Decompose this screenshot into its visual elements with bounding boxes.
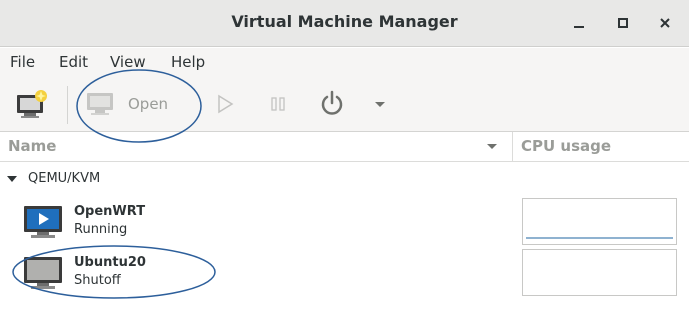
connection-group[interactable]: QEMU/KVM <box>0 168 512 190</box>
menu-help[interactable]: Help <box>171 53 205 71</box>
minimize-icon <box>574 26 584 28</box>
pause-icon <box>271 97 285 111</box>
vm-row[interactable]: Ubuntu20 Shutoff <box>0 247 689 299</box>
pause-button[interactable] <box>265 90 291 118</box>
cpu-usage-graph <box>522 249 677 296</box>
shutdown-button[interactable] <box>316 88 348 120</box>
cpu-usage-line <box>526 237 673 239</box>
new-vm-button[interactable] <box>14 88 50 120</box>
connection-label: QEMU/KVM <box>28 171 101 186</box>
shutdown-menu-button[interactable] <box>370 94 390 114</box>
menu-bar: File Edit View Help <box>0 48 689 78</box>
minimize-button[interactable] <box>566 10 592 36</box>
close-button[interactable] <box>652 10 678 36</box>
monitor-icon <box>87 93 113 115</box>
menu-edit[interactable]: Edit <box>59 53 88 71</box>
column-header-cpu[interactable]: CPU usage <box>521 137 611 155</box>
sort-arrow-icon[interactable] <box>485 140 499 154</box>
play-icon <box>218 94 234 114</box>
maximize-icon <box>618 18 628 28</box>
menu-view[interactable]: View <box>110 53 146 71</box>
open-button[interactable]: Open <box>86 88 186 120</box>
new-vm-icon <box>17 90 47 118</box>
toolbar-separator <box>67 86 68 124</box>
vm-running-icon <box>24 206 62 238</box>
maximize-button[interactable] <box>610 10 636 36</box>
vm-status: Running <box>74 222 128 237</box>
list-header: Name CPU usage <box>0 132 689 162</box>
title-bar: Virtual Machine Manager <box>0 0 689 47</box>
column-divider[interactable] <box>512 132 513 162</box>
toolbar: Open <box>0 78 689 132</box>
chevron-down-icon <box>375 102 385 107</box>
power-icon <box>321 90 343 115</box>
vm-name: Ubuntu20 <box>74 255 146 270</box>
expander-arrow-icon[interactable] <box>6 174 18 184</box>
run-button[interactable] <box>212 90 238 118</box>
vm-status: Shutoff <box>74 273 121 288</box>
vm-shutoff-icon <box>24 257 62 289</box>
vm-row[interactable]: OpenWRT Running <box>0 196 689 248</box>
vm-name: OpenWRT <box>74 204 146 219</box>
column-header-name[interactable]: Name <box>8 137 56 155</box>
cpu-usage-graph <box>522 198 677 245</box>
menu-file[interactable]: File <box>10 53 35 71</box>
close-icon <box>660 18 670 28</box>
open-button-label: Open <box>128 95 169 113</box>
